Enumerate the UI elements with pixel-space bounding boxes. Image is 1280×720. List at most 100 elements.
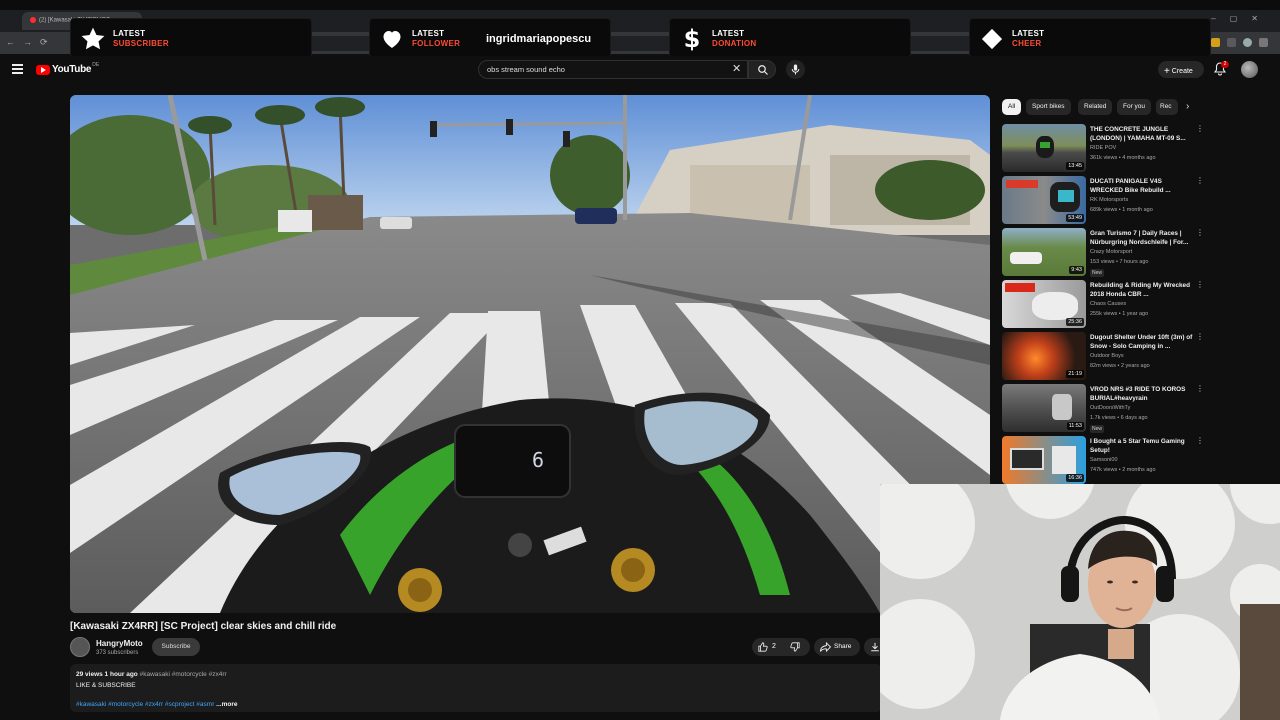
recommendation-item[interactable]: 21:19 Dugout Shelter Under 10ft (3m) of … — [1002, 332, 1212, 382]
recommendation-item[interactable]: 13:45 THE CONCRETE JUNGLE (LONDON) | YAM… — [1002, 124, 1212, 174]
video-frame: 6 — [70, 95, 990, 613]
more-options-icon[interactable]: ⋮ — [1196, 332, 1204, 341]
channel-avatar[interactable] — [70, 637, 90, 657]
video-title: [Kawasaki ZX4RR] [SC Project] clear skie… — [70, 621, 337, 632]
youtube-play-icon — [36, 64, 50, 75]
video-thumbnail[interactable]: 21:19 — [1002, 332, 1086, 380]
recommendation-channel[interactable]: RIDE POV — [1090, 145, 1116, 151]
video-player[interactable]: 6 — [70, 95, 990, 613]
more-options-icon[interactable]: ⋮ — [1196, 228, 1204, 237]
chip-related[interactable]: Related — [1078, 99, 1113, 115]
recommendation-channel[interactable]: Outdoor Boys — [1090, 353, 1124, 359]
notification-badge: 2 — [1221, 61, 1229, 68]
recommendation-item[interactable]: 25:36 Rebuilding & Riding My Wrecked 201… — [1002, 280, 1212, 330]
more-options-icon[interactable]: ⋮ — [1196, 176, 1204, 185]
video-thumbnail[interactable]: 16:36 — [1002, 436, 1086, 484]
latest-follower-alert: LATEST FOLLOWER ingridmariapopescu — [369, 18, 611, 58]
recommendation-channel[interactable]: Samsoni00 — [1090, 457, 1118, 463]
thumbs-up-icon[interactable] — [758, 642, 768, 652]
menu-icon[interactable] — [1259, 38, 1268, 47]
more-options-icon[interactable]: ⋮ — [1196, 436, 1204, 445]
search-input[interactable]: obs stream sound echo — [478, 60, 748, 79]
latest-subscriber-alert: LATEST SUBSCRIBER — [70, 18, 312, 58]
more-link[interactable]: ...more — [216, 701, 237, 708]
video-duration: 11:53 — [1066, 422, 1084, 430]
video-thumbnail[interactable]: 53:49 — [1002, 176, 1086, 224]
description-hashtags[interactable]: #kawasaki #motorcycle #zx4rr #scproject … — [76, 701, 237, 708]
account-avatar[interactable] — [1241, 61, 1258, 78]
search-button[interactable] — [748, 60, 776, 79]
recommendation-meta: 361k views • 4 months ago — [1090, 155, 1156, 161]
chip-for-you[interactable]: For you — [1117, 99, 1152, 115]
more-options-icon[interactable]: ⋮ — [1196, 280, 1204, 289]
subscriber-count: 373 subscribers — [96, 650, 139, 656]
video-duration: 53:49 — [1066, 214, 1084, 222]
video-thumbnail[interactable]: 13:45 — [1002, 124, 1086, 172]
latest-donation-alert: $ LATEST DONATION — [669, 18, 911, 58]
share-label: Share — [834, 643, 852, 650]
subscribe-button[interactable]: Subscribe — [152, 638, 200, 656]
recommendation-title[interactable]: Rebuilding & Riding My Wrecked 2018 Hond… — [1090, 281, 1194, 299]
create-label: Create — [1171, 68, 1193, 75]
recommendation-channel[interactable]: Crazy Motorsport — [1090, 249, 1132, 255]
more-options-icon[interactable]: ⋮ — [1196, 384, 1204, 393]
youtube-logo[interactable]: YouTube DE — [36, 62, 99, 75]
recommendation-meta: 747k views • 2 months ago — [1090, 467, 1156, 473]
chip-sport-bikes[interactable]: Sport bikes — [1026, 99, 1071, 115]
window-controls[interactable]: –▢✕ — [1211, 14, 1272, 23]
channel-name[interactable]: HangryMoto — [96, 639, 143, 648]
profile-icon[interactable] — [1243, 38, 1252, 47]
webcam-overlay — [880, 484, 1280, 720]
recommendation-channel[interactable]: Chaos Causes — [1090, 301, 1126, 307]
chevron-right-icon[interactable]: › — [1186, 101, 1189, 112]
thumbs-down-icon[interactable] — [790, 642, 800, 652]
video-duration: 21:19 — [1066, 370, 1084, 378]
extension-icon[interactable] — [1227, 38, 1236, 47]
like-dislike-pill — [752, 638, 810, 656]
video-duration: 25:36 — [1066, 318, 1084, 326]
video-thumbnail[interactable]: 11:53 — [1002, 384, 1086, 432]
svg-text:6: 6 — [532, 448, 544, 472]
more-options-icon[interactable]: ⋮ — [1196, 124, 1204, 133]
clear-search-icon[interactable]: ✕ — [732, 62, 741, 75]
recommendation-item[interactable]: 11:53 VROD NRS #3 RIDE TO KOROS BURIAL#h… — [1002, 384, 1212, 434]
recommendation-title[interactable]: VROD NRS #3 RIDE TO KOROS BURIAL#heavyra… — [1090, 385, 1194, 403]
recommendation-item[interactable]: 53:49 DUCATI PANIGALE V4S WRECKED Bike R… — [1002, 176, 1212, 226]
create-button[interactable]: + Create — [1158, 61, 1204, 78]
recommendation-meta: 1.7k views • 6 days ago — [1090, 415, 1148, 421]
recommendation-channel[interactable]: RK Motorsports — [1090, 197, 1128, 203]
share-button[interactable]: Share — [814, 638, 860, 656]
recommendation-meta: 82m views • 2 years ago — [1090, 363, 1150, 369]
video-thumbnail[interactable]: 25:36 — [1002, 280, 1086, 328]
recommendation-title[interactable]: I Bought a 5 Star Temu Gaming Setup! — [1090, 437, 1194, 455]
heart-icon — [378, 25, 406, 53]
recommendation-meta: 689k views • 1 month ago — [1090, 207, 1153, 213]
recommendation-title[interactable]: Gran Turismo 7 | Daily Races | Nürburgri… — [1090, 229, 1194, 247]
hashtags[interactable]: #kawasaki #motorcycle #zx4rr #scproject … — [76, 701, 214, 708]
views-and-time: 29 views 1 hour ago — [76, 671, 138, 678]
recommendation-item[interactable]: 16:36 I Bought a 5 Star Temu Gaming Setu… — [1002, 436, 1212, 486]
chip-all[interactable]: All — [1002, 99, 1022, 115]
recommendation-title[interactable]: DUCATI PANIGALE V4S WRECKED Bike Rebuild… — [1090, 177, 1194, 195]
voice-search-button[interactable] — [786, 60, 805, 79]
chip-recently-uploaded[interactable]: Rec — [1156, 99, 1178, 115]
recommendation-title[interactable]: Dugout Shelter Under 10ft (3m) of Snow -… — [1090, 333, 1194, 351]
download-icon — [871, 642, 879, 652]
browser-nav-buttons[interactable]: ←→⟳ — [6, 37, 56, 48]
youtube-logo-text: YouTube — [52, 64, 92, 75]
recommendation-title[interactable]: THE CONCRETE JUNGLE (LONDON) | YAMAHA MT… — [1090, 125, 1194, 143]
new-badge: New — [1090, 269, 1105, 277]
description-tags[interactable]: #kawasaki #motorcycle #zx4rr — [140, 671, 227, 678]
like-count: 2 — [772, 643, 776, 650]
extension-icon[interactable] — [1211, 38, 1220, 47]
star-icon — [79, 25, 107, 53]
video-thumbnail[interactable]: 9:43 — [1002, 228, 1086, 276]
video-duration: 16:36 — [1066, 474, 1084, 482]
new-badge: New — [1090, 425, 1105, 433]
recommendation-item[interactable]: 9:43 Gran Turismo 7 | Daily Races | Nürb… — [1002, 228, 1212, 278]
menu-icon[interactable] — [12, 64, 23, 74]
microphone-icon — [791, 64, 800, 75]
video-duration: 9:43 — [1069, 266, 1084, 274]
recommendation-channel[interactable]: OutDoorsWithTy — [1090, 405, 1130, 411]
dollar-icon: $ — [683, 25, 701, 53]
